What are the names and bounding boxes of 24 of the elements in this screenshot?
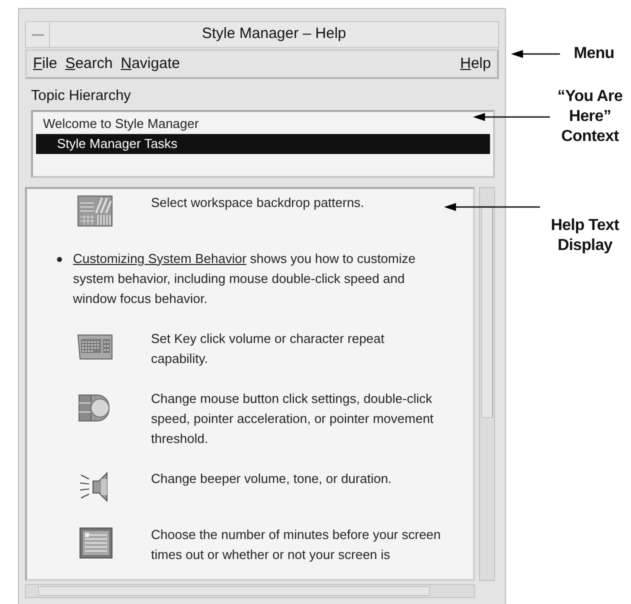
callout-label: Help Text Display	[550, 216, 620, 256]
bullet-icon	[57, 256, 62, 262]
help-paragraph: Set Key click volume or character repeat capability.	[151, 330, 386, 368]
topic-item[interactable]: Style Manager Tasks	[36, 134, 490, 154]
topic-item[interactable]: Welcome to Style Manager	[36, 114, 490, 134]
menu-item[interactable]: Search	[65, 52, 113, 76]
horizontal-scrollbar[interactable]	[25, 584, 475, 598]
menu-item[interactable]: Help	[460, 52, 491, 76]
callout-arrow	[511, 50, 560, 58]
help-paragraph: Select workspace backdrop patterns.	[151, 194, 364, 212]
callout-label: “You Are Here” Context	[556, 87, 624, 147]
help-paragraph: Change mouse button click settings, double‑click speed, pointer acceleration, or pointer movement threshold.	[151, 390, 435, 448]
menu-item[interactable]: File	[33, 52, 58, 76]
window-title: Style Manager – Help	[200, 24, 348, 44]
help-paragraph: Choose the number of minutes before your screen times out or whether or not your screen is	[151, 526, 442, 564]
menu-item[interactable]: Navigate	[120, 52, 180, 76]
help-paragraph: Customizing System Behavior shows you how to customize system behavior, including mouse double‑click speed and window focus behavior.	[73, 250, 416, 306]
backdrop-icon	[77, 192, 113, 229]
section-label: Topic Hierarchy	[31, 87, 132, 106]
vertical-scrollbar[interactable]	[479, 186, 495, 581]
help-paragraph: Change beeper volume, tone, or duration.	[151, 470, 392, 488]
callout-label: Menu	[572, 44, 616, 64]
screen-icon	[77, 524, 113, 561]
topic-link[interactable]: Customizing System Behavior	[73, 250, 246, 266]
